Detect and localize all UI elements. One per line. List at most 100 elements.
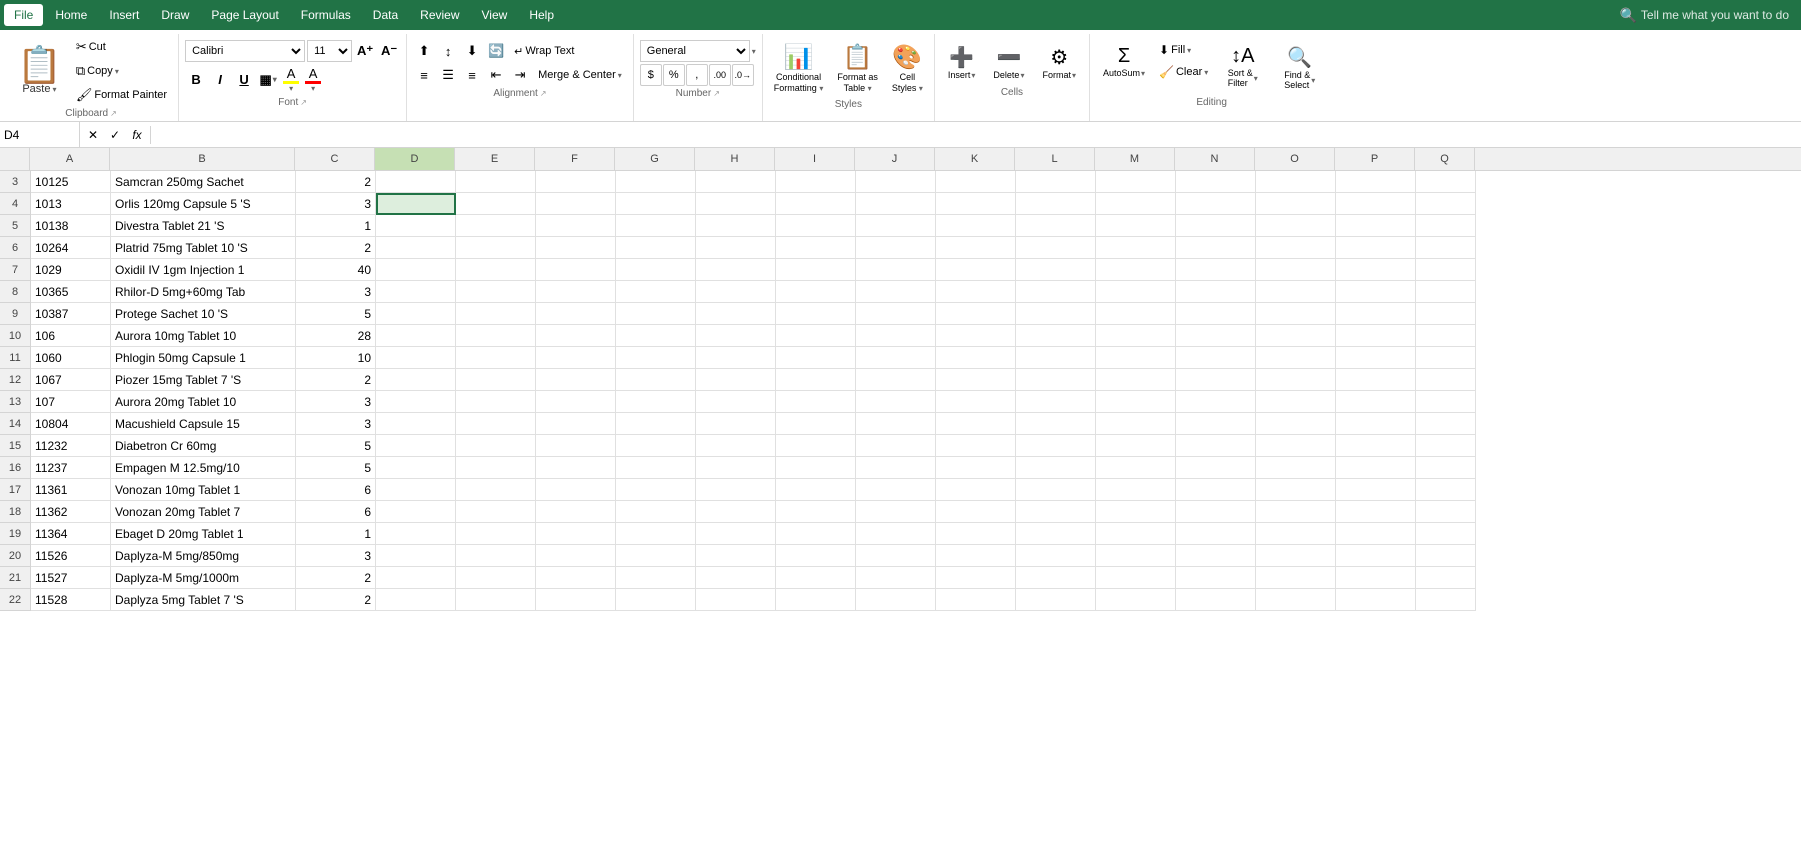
cell-L9[interactable] [1016,303,1096,325]
cell-B10[interactable]: Aurora 10mg Tablet 10 [111,325,296,347]
cell-D19[interactable] [376,523,456,545]
col-header-q[interactable]: Q [1415,148,1475,170]
menu-review[interactable]: Review [410,4,469,26]
cell-C10[interactable]: 28 [296,325,376,347]
cell-C13[interactable]: 3 [296,391,376,413]
row-header-15[interactable]: 15 [0,435,30,457]
cell-I9[interactable] [776,303,856,325]
cell-A4[interactable]: 1013 [31,193,111,215]
cell-Q7[interactable] [1416,259,1476,281]
cell-B11[interactable]: Phlogin 50mg Capsule 1 [111,347,296,369]
cell-H14[interactable] [696,413,776,435]
cell-M13[interactable] [1096,391,1176,413]
cell-I5[interactable] [776,215,856,237]
row-header-11[interactable]: 11 [0,347,30,369]
cell-I7[interactable] [776,259,856,281]
search-label[interactable]: Tell me what you want to do [1641,8,1789,22]
formula-confirm-button[interactable]: ✓ [106,126,124,144]
cell-G16[interactable] [616,457,696,479]
menu-view[interactable]: View [472,4,518,26]
row-header-7[interactable]: 7 [0,259,30,281]
format-button[interactable]: ⚙ Format ▾ [1035,40,1083,85]
cell-J19[interactable] [856,523,936,545]
decrease-indent-button[interactable]: ⇤ [485,64,507,86]
cell-O11[interactable] [1256,347,1336,369]
cell-N5[interactable] [1176,215,1256,237]
cell-M8[interactable] [1096,281,1176,303]
align-middle-button[interactable]: ↕ [437,40,459,62]
cell-Q11[interactable] [1416,347,1476,369]
cell-P18[interactable] [1336,501,1416,523]
col-header-b[interactable]: B [110,148,295,170]
cell-H13[interactable] [696,391,776,413]
cell-N3[interactable] [1176,171,1256,193]
increase-decimal-button[interactable]: .0→ [732,64,754,86]
cell-L15[interactable] [1016,435,1096,457]
cell-L13[interactable] [1016,391,1096,413]
cell-O6[interactable] [1256,237,1336,259]
name-box[interactable]: D4 [0,122,80,147]
cell-N16[interactable] [1176,457,1256,479]
col-header-o[interactable]: O [1255,148,1335,170]
copy-button[interactable]: ⧉ Copy ▾ [71,60,172,82]
cell-Q14[interactable] [1416,413,1476,435]
cell-O9[interactable] [1256,303,1336,325]
cell-H22[interactable] [696,589,776,611]
cell-C14[interactable]: 3 [296,413,376,435]
cell-O15[interactable] [1256,435,1336,457]
cell-E12[interactable] [456,369,536,391]
cell-O13[interactable] [1256,391,1336,413]
cell-F6[interactable] [536,237,616,259]
cell-Q13[interactable] [1416,391,1476,413]
clipboard-expand-icon[interactable]: ↗ [110,109,117,118]
format-table-button[interactable]: 📋 Format asTable ▾ [832,40,883,97]
merge-center-button[interactable]: Merge & Center ▾ [533,66,627,84]
cell-O8[interactable] [1256,281,1336,303]
cell-K12[interactable] [936,369,1016,391]
cell-C3[interactable]: 2 [296,171,376,193]
cell-F4[interactable] [536,193,616,215]
cell-I16[interactable] [776,457,856,479]
cell-E22[interactable] [456,589,536,611]
cell-C5[interactable]: 1 [296,215,376,237]
cell-K13[interactable] [936,391,1016,413]
cell-F14[interactable] [536,413,616,435]
cell-H17[interactable] [696,479,776,501]
cell-O14[interactable] [1256,413,1336,435]
cell-D6[interactable] [376,237,456,259]
cell-J8[interactable] [856,281,936,303]
cell-N22[interactable] [1176,589,1256,611]
cell-H12[interactable] [696,369,776,391]
cell-A3[interactable]: 10125 [31,171,111,193]
cell-L8[interactable] [1016,281,1096,303]
cell-H9[interactable] [696,303,776,325]
cell-Q16[interactable] [1416,457,1476,479]
cell-Q21[interactable] [1416,567,1476,589]
cell-I4[interactable] [776,193,856,215]
cell-H11[interactable] [696,347,776,369]
cell-B20[interactable]: Daplyza-M 5mg/850mg [111,545,296,567]
percent-button[interactable]: % [663,64,685,86]
cell-B15[interactable]: Diabetron Cr 60mg [111,435,296,457]
cell-F10[interactable] [536,325,616,347]
col-header-j[interactable]: J [855,148,935,170]
row-header-3[interactable]: 3 [0,171,30,193]
cell-G15[interactable] [616,435,696,457]
cell-Q9[interactable] [1416,303,1476,325]
cell-N7[interactable] [1176,259,1256,281]
cell-O19[interactable] [1256,523,1336,545]
cell-E21[interactable] [456,567,536,589]
col-header-k[interactable]: K [935,148,1015,170]
cell-I6[interactable] [776,237,856,259]
cell-M6[interactable] [1096,237,1176,259]
cell-A20[interactable]: 11526 [31,545,111,567]
cell-A12[interactable]: 1067 [31,369,111,391]
row-header-4[interactable]: 4 [0,193,30,215]
cell-A22[interactable]: 11528 [31,589,111,611]
paste-button[interactable]: 📋 Paste ▾ [10,36,69,106]
col-header-m[interactable]: M [1095,148,1175,170]
cell-J21[interactable] [856,567,936,589]
cell-E16[interactable] [456,457,536,479]
cell-K5[interactable] [936,215,1016,237]
cell-J17[interactable] [856,479,936,501]
